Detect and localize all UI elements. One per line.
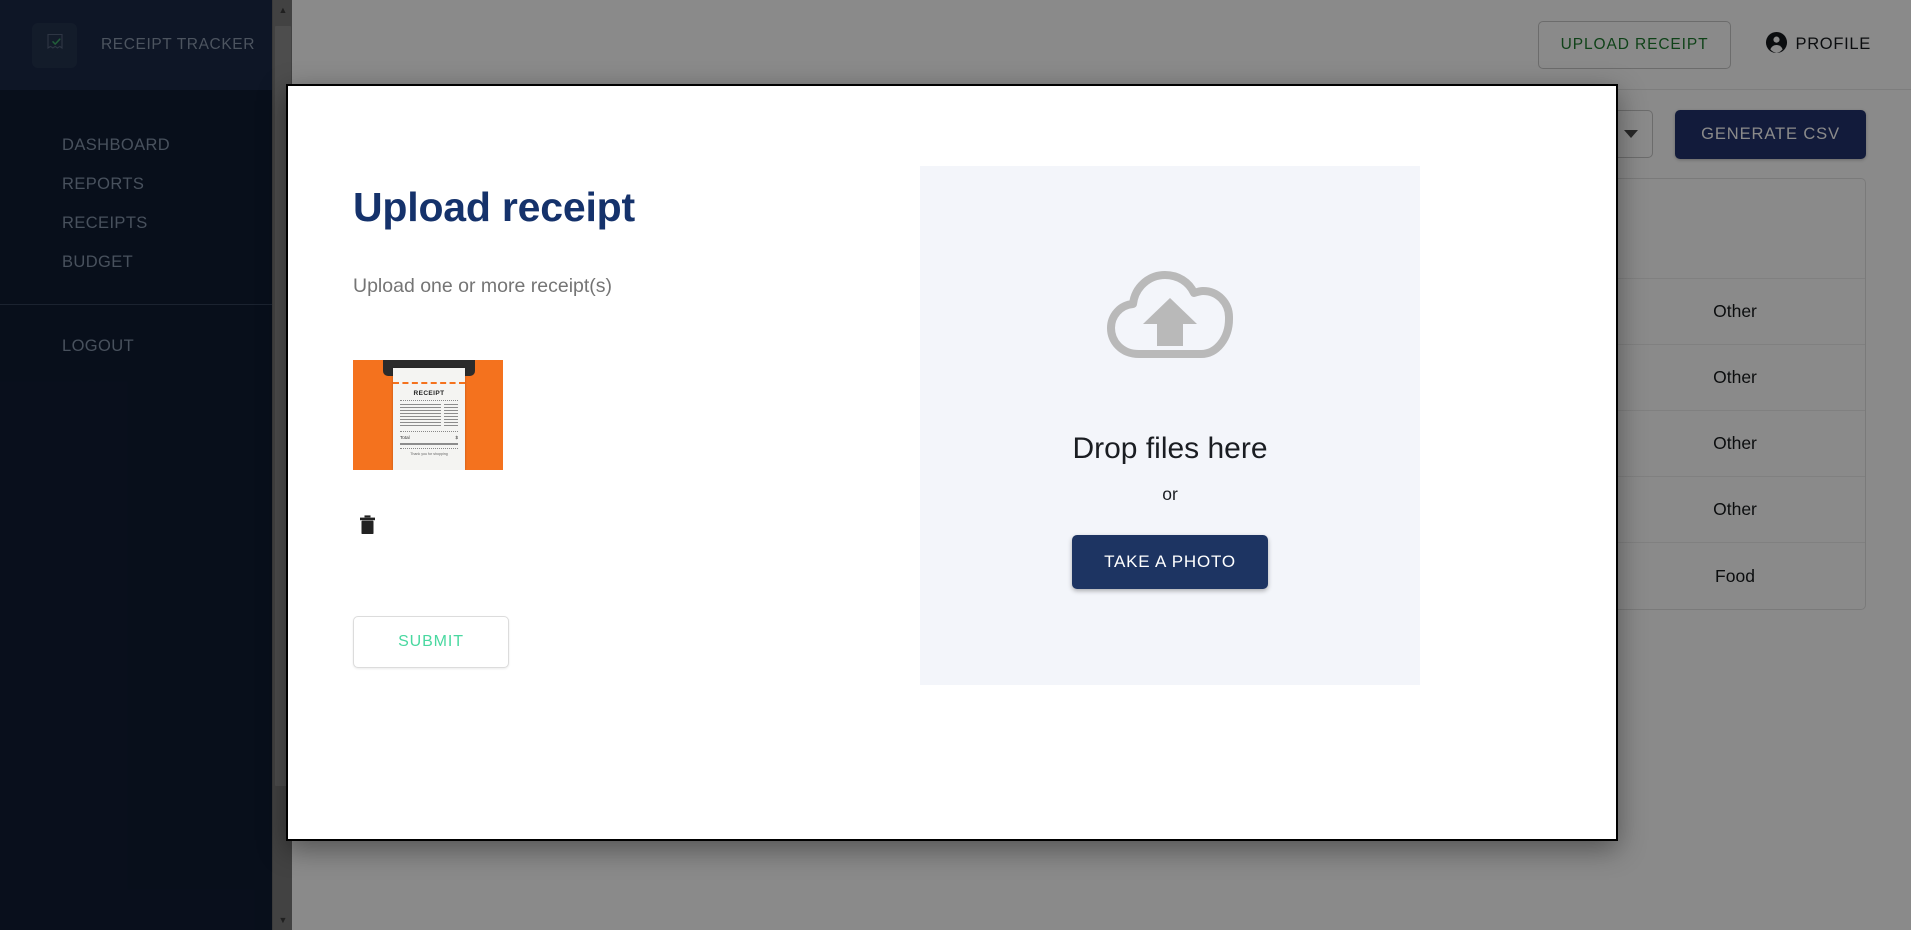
modal-subtitle: Upload one or more receipt(s) bbox=[353, 275, 613, 297]
uploaded-files-list: RECEIPT Total $ Thank you for shopping S… bbox=[353, 360, 994, 668]
delete-receipt-button[interactable] bbox=[353, 512, 381, 540]
upload-receipt-modal: Upload receipt Upload one or more receip… bbox=[286, 84, 1618, 841]
file-dropzone[interactable]: Drop files here or TAKE A PHOTO bbox=[920, 166, 1420, 685]
slip-body-lines bbox=[400, 404, 458, 428]
slip-total-value: $ bbox=[455, 434, 458, 440]
slip-total-row: Total $ bbox=[400, 435, 458, 440]
modal-left-panel: Upload receipt Upload one or more receip… bbox=[288, 86, 994, 839]
submit-button[interactable]: SUBMIT bbox=[353, 616, 509, 668]
trash-icon bbox=[359, 514, 376, 538]
slip-dotted-rule bbox=[400, 400, 458, 401]
slip-total-label: Total bbox=[400, 434, 410, 440]
modal-title: Upload receipt bbox=[353, 184, 635, 230]
take-a-photo-button[interactable]: TAKE A PHOTO bbox=[1072, 535, 1268, 589]
receipt-thumbnail[interactable]: RECEIPT Total $ Thank you for shopping bbox=[353, 360, 503, 470]
app-root: UPLOAD RECEIPT PROFILE er GENERATE CSV O… bbox=[0, 0, 1911, 930]
perforation-line bbox=[393, 382, 465, 384]
receipt-slip: RECEIPT Total $ Thank you for shopping bbox=[393, 368, 465, 470]
slip-title: RECEIPT bbox=[413, 390, 445, 397]
slip-footer: Thank you for shopping bbox=[410, 451, 448, 456]
dropzone-or-text: or bbox=[1162, 484, 1178, 504]
slip-dotted-rule bbox=[400, 447, 458, 449]
slip-dotted-rule bbox=[400, 430, 458, 432]
dropzone-text: Drop files here bbox=[1072, 432, 1268, 465]
cloud-upload-icon bbox=[1105, 262, 1235, 372]
